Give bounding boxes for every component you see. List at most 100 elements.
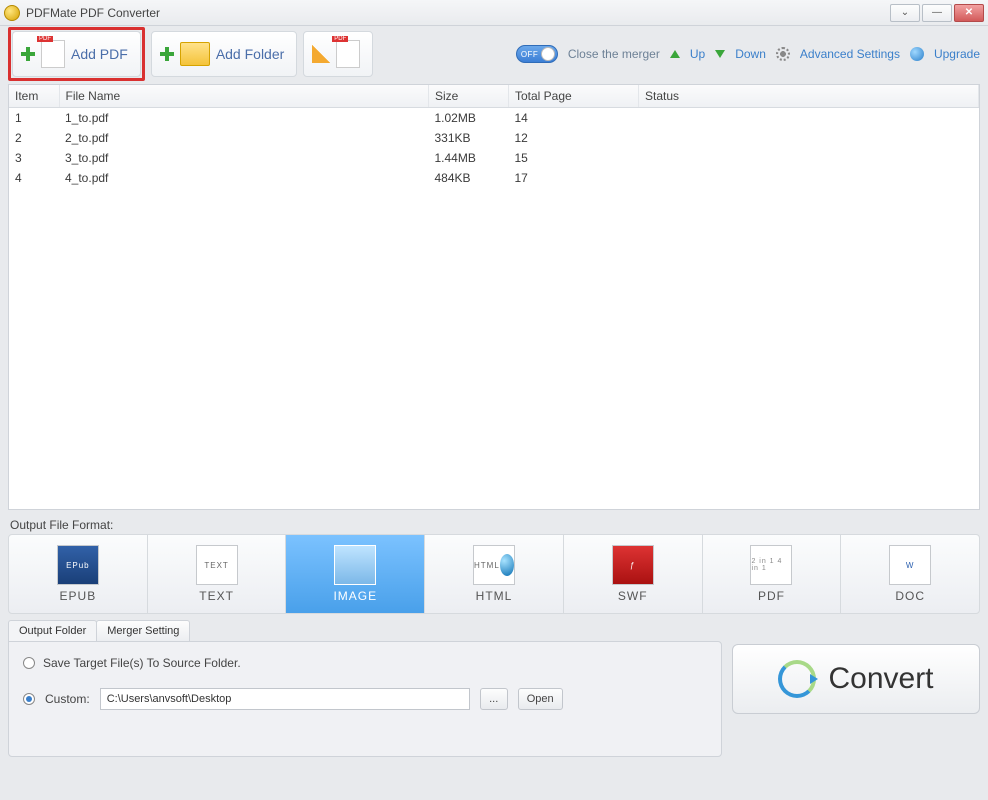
convert-button[interactable]: Convert [732, 644, 980, 714]
col-file[interactable]: File Name [59, 85, 429, 108]
move-down-link[interactable]: Down [735, 47, 766, 61]
format-doc[interactable]: W DOC [841, 535, 979, 613]
cell-file: 2_to.pdf [59, 128, 429, 148]
cell-file: 4_to.pdf [59, 168, 429, 188]
cell-size: 484KB [429, 168, 509, 188]
custom-label: Custom: [45, 692, 90, 706]
cell-file: 1_to.pdf [59, 108, 429, 129]
convert-label: Convert [828, 662, 933, 696]
cell-size: 1.44MB [429, 148, 509, 168]
radio-source-folder[interactable] [23, 657, 35, 669]
close-button[interactable]: ✕ [954, 4, 984, 22]
minimize-button[interactable]: — [922, 4, 952, 22]
format-label: DOC [895, 589, 925, 603]
cell-item: 2 [9, 128, 59, 148]
add-pdf-button[interactable]: Add PDF [12, 31, 141, 77]
titlebar: PDFMate PDF Converter ⌄ — ✕ [0, 0, 988, 26]
epub-icon: EPub [57, 545, 99, 585]
cell-total: 12 [509, 128, 639, 148]
cell-status [639, 168, 979, 188]
cell-item: 3 [9, 148, 59, 168]
table-row[interactable]: 33_to.pdf1.44MB15 [9, 148, 979, 168]
edit-button[interactable] [303, 31, 373, 77]
merger-toggle[interactable]: OFF [516, 45, 558, 63]
close-merger-link[interactable]: Close the merger [568, 47, 660, 61]
col-total[interactable]: Total Page [509, 85, 639, 108]
plus-icon [21, 47, 35, 61]
format-label: IMAGE [333, 589, 377, 603]
globe-icon [910, 47, 924, 61]
arrow-up-icon [670, 50, 680, 58]
open-folder-button[interactable]: Open [518, 688, 563, 710]
cell-status [639, 108, 979, 129]
format-text[interactable]: TEXT TEXT [148, 535, 287, 613]
image-icon [334, 545, 376, 585]
arrow-down-icon [715, 50, 725, 58]
format-label: TEXT [199, 589, 234, 603]
swf-icon: ƒ [612, 545, 654, 585]
cell-total: 14 [509, 108, 639, 129]
format-section-label: Output File Format: [10, 518, 978, 532]
toggle-knob [541, 47, 555, 61]
col-status[interactable]: Status [639, 85, 979, 108]
file-table-container: Item File Name Size Total Page Status 11… [8, 84, 980, 510]
cell-status [639, 128, 979, 148]
table-row[interactable]: 11_to.pdf1.02MB14 [9, 108, 979, 129]
table-row[interactable]: 22_to.pdf331KB12 [9, 128, 979, 148]
output-settings: Output Folder Merger Setting Save Target… [8, 620, 722, 757]
help-button[interactable]: ⌄ [890, 4, 920, 22]
html-icon: HTML [473, 545, 515, 585]
toolbar: Add PDF Add Folder OFF Close the merger … [0, 26, 988, 82]
custom-path-input[interactable] [100, 688, 470, 710]
pdf-doc-icon [41, 40, 65, 68]
format-bar: EPub EPUB TEXT TEXT IMAGE HTML HTML ƒ SWF 2 in 1 … [8, 534, 980, 614]
output-tab-body: Save Target File(s) To Source Folder. Cu… [8, 641, 722, 757]
add-pdf-label: Add PDF [71, 46, 128, 62]
text-icon: TEXT [196, 545, 238, 585]
folder-icon [180, 42, 210, 66]
cell-file: 3_to.pdf [59, 148, 429, 168]
format-image[interactable]: IMAGE [286, 535, 425, 613]
cell-total: 17 [509, 168, 639, 188]
pencil-icon [312, 45, 330, 63]
cell-item: 1 [9, 108, 59, 129]
output-area: Output Folder Merger Setting Save Target… [8, 620, 980, 757]
format-swf[interactable]: ƒ SWF [564, 535, 703, 613]
table-row[interactable]: 44_to.pdf484KB17 [9, 168, 979, 188]
format-label: SWF [618, 589, 648, 603]
cell-size: 331KB [429, 128, 509, 148]
format-label: PDF [758, 589, 785, 603]
move-up-link[interactable]: Up [690, 47, 705, 61]
save-source-label: Save Target File(s) To Source Folder. [43, 656, 241, 670]
pdf-icon: 2 in 1 4 in 1 [750, 545, 792, 585]
format-html[interactable]: HTML HTML [425, 535, 564, 613]
window-title: PDFMate PDF Converter [26, 6, 160, 20]
cell-status [639, 148, 979, 168]
advanced-settings-link[interactable]: Advanced Settings [800, 47, 900, 61]
plus-icon [160, 47, 174, 61]
file-table: Item File Name Size Total Page Status 11… [9, 85, 979, 188]
format-label: HTML [476, 589, 513, 603]
add-pdf-highlight: Add PDF [8, 27, 145, 81]
cell-item: 4 [9, 168, 59, 188]
col-size[interactable]: Size [429, 85, 509, 108]
right-actions: OFF Close the merger Up Down Advanced Se… [516, 45, 980, 63]
radio-custom[interactable] [23, 693, 35, 705]
format-epub[interactable]: EPub EPUB [9, 535, 148, 613]
browse-button[interactable]: ... [480, 688, 508, 710]
add-folder-button[interactable]: Add Folder [151, 31, 297, 77]
pdf-doc-icon [336, 40, 360, 68]
doc-icon: W [889, 545, 931, 585]
add-folder-label: Add Folder [216, 46, 284, 62]
format-pdf[interactable]: 2 in 1 4 in 1 PDF [703, 535, 842, 613]
convert-icon [778, 660, 816, 698]
format-label: EPUB [60, 589, 97, 603]
toggle-off-label: OFF [521, 50, 539, 59]
app-icon [4, 5, 20, 21]
gear-icon [776, 47, 790, 61]
upgrade-link[interactable]: Upgrade [934, 47, 980, 61]
cell-total: 15 [509, 148, 639, 168]
tab-output-folder[interactable]: Output Folder [8, 620, 97, 641]
col-item[interactable]: Item [9, 85, 59, 108]
tab-merger-setting[interactable]: Merger Setting [96, 620, 190, 641]
